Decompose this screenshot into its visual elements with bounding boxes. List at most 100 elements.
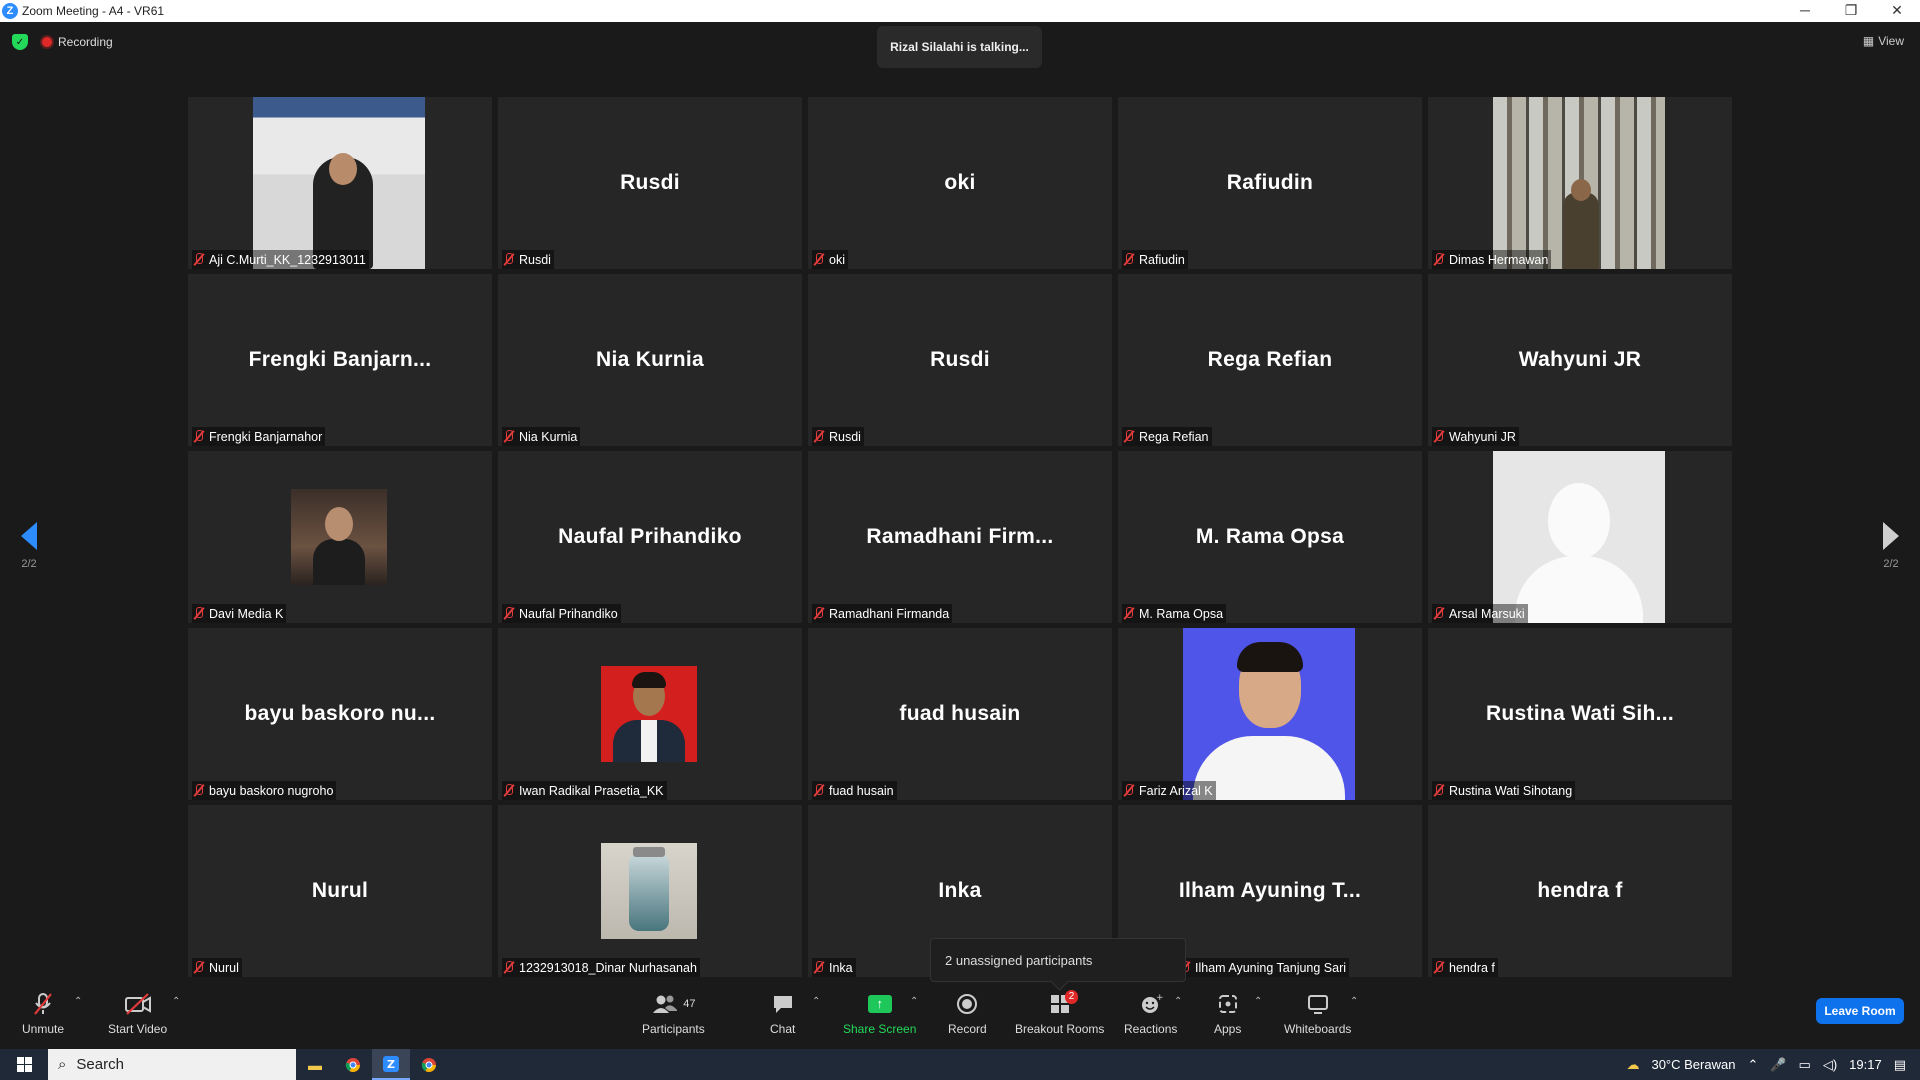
whiteboards-options-caret[interactable]: ⌃: [1350, 996, 1358, 1007]
participant-name-label: oki: [812, 250, 848, 269]
participant-name: oki: [829, 252, 845, 267]
volume-icon[interactable]: ◁): [1823, 1057, 1837, 1073]
zoom-logo-icon: Z: [2, 3, 18, 19]
participant-name-label: Rusdi: [812, 427, 864, 446]
notifications-icon[interactable]: ▤: [1894, 1057, 1906, 1073]
zoom-taskbar-icon[interactable]: Z: [372, 1049, 410, 1080]
participant-tile[interactable]: Naufal Prihandiko Naufal Prihandiko: [498, 451, 802, 623]
mic-muted-icon: [1434, 784, 1444, 797]
participant-tile[interactable]: Davi Media K: [188, 451, 492, 623]
apps-options-caret[interactable]: ⌃: [1254, 996, 1262, 1007]
participant-name: 1232913018_Dinar Nurhasanah: [519, 960, 697, 975]
video-off-icon: [124, 992, 152, 1016]
participant-display-name: bayu baskoro nu...: [244, 702, 436, 725]
participant-tile[interactable]: bayu baskoro nu... bayu baskoro nugroho: [188, 628, 492, 800]
restore-button[interactable]: ❐: [1828, 0, 1874, 22]
unmute-button[interactable]: Unmute: [22, 992, 64, 1036]
participant-tile[interactable]: Rusdi Rusdi: [808, 274, 1112, 446]
participant-display-name: hendra f: [1537, 879, 1623, 902]
breakout-rooms-button[interactable]: 2 Breakout Rooms: [1015, 990, 1104, 1036]
chat-options-caret[interactable]: ⌃: [812, 996, 820, 1007]
participant-tile[interactable]: fuad husain fuad husain: [808, 628, 1112, 800]
participant-name: Frengki Banjarnahor: [209, 429, 323, 444]
reactions-options-caret[interactable]: ⌃: [1174, 996, 1182, 1007]
audio-options-caret[interactable]: ⌃: [74, 996, 82, 1007]
video-options-caret[interactable]: ⌃: [172, 996, 180, 1007]
mic-muted-icon: [504, 784, 514, 797]
participant-name-label: Rusdi: [502, 250, 554, 269]
participant-name-label: Rustina Wati Sihotang: [1432, 781, 1576, 800]
chrome-window-icon[interactable]: [410, 1049, 448, 1080]
mic-muted-icon: [504, 253, 514, 266]
participant-display-name: Rega Refian: [1207, 348, 1333, 371]
view-button[interactable]: ▦ View: [1863, 34, 1904, 48]
chrome-icon[interactable]: [334, 1049, 372, 1080]
security-shield-icon[interactable]: ✓: [12, 34, 28, 50]
mic-muted-icon: [1434, 430, 1444, 443]
taskbar-search[interactable]: ⌕ Search: [48, 1049, 296, 1080]
record-label: Record: [948, 1022, 987, 1036]
mic-muted-icon: [814, 784, 824, 797]
start-video-button[interactable]: Start Video: [108, 992, 167, 1036]
participant-tile[interactable]: Aji C.Murti_KK_1232913011: [188, 97, 492, 269]
participant-tile[interactable]: hendra f hendra f: [1428, 805, 1732, 977]
weather-text[interactable]: 30°C Berawan: [1651, 1057, 1735, 1072]
window-title: Zoom Meeting - A4 - VR61: [22, 4, 165, 18]
microphone-icon[interactable]: 🎤: [1770, 1057, 1786, 1073]
participant-display-name: Frengki Banjarn...: [248, 348, 432, 371]
file-explorer-icon[interactable]: ▬: [296, 1049, 334, 1080]
reactions-button[interactable]: + Reactions: [1124, 992, 1177, 1036]
apps-icon: [1217, 992, 1239, 1016]
previous-page-button[interactable]: 2/2: [14, 522, 44, 570]
participant-tile[interactable]: 1232913018_Dinar Nurhasanah: [498, 805, 802, 977]
minimize-button[interactable]: ─: [1782, 0, 1828, 22]
participant-name-label: hendra f: [1432, 958, 1498, 977]
participant-display-name: Wahyuni JR: [1518, 348, 1642, 371]
record-button[interactable]: Record: [948, 992, 987, 1036]
participant-video: [253, 97, 425, 269]
close-button[interactable]: ✕: [1874, 0, 1920, 22]
chat-button[interactable]: Chat: [770, 992, 795, 1036]
whiteboards-button[interactable]: Whiteboards: [1284, 992, 1351, 1036]
arrow-right-icon: [1883, 522, 1899, 550]
participant-tile[interactable]: Frengki Banjarn... Frengki Banjarnahor: [188, 274, 492, 446]
participant-name: Naufal Prihandiko: [519, 606, 618, 621]
participant-name: Rusdi: [829, 429, 861, 444]
participants-button[interactable]: 47 Participants: [642, 992, 705, 1036]
participant-tile[interactable]: Ramadhani Firm... Ramadhani Firmanda: [808, 451, 1112, 623]
clock[interactable]: 19:17: [1849, 1057, 1882, 1072]
participant-tile[interactable]: oki oki: [808, 97, 1112, 269]
smiley-icon: +: [1139, 992, 1163, 1016]
participant-tile[interactable]: Nurul Nurul: [188, 805, 492, 977]
tooltip-text: 2 unassigned participants: [945, 952, 1093, 968]
participant-tile[interactable]: Nia Kurnia Nia Kurnia: [498, 274, 802, 446]
participant-tile[interactable]: Rustina Wati Sih... Rustina Wati Sihotan…: [1428, 628, 1732, 800]
participant-name-label: Rega Refian: [1122, 427, 1212, 446]
participant-tile[interactable]: Dimas Hermawan: [1428, 97, 1732, 269]
participant-tile[interactable]: Fariz Arizal K: [1118, 628, 1422, 800]
participant-tile[interactable]: Arsal Marsuki: [1428, 451, 1732, 623]
unassigned-participants-tooltip: 2 unassigned participants: [930, 938, 1186, 982]
share-options-caret[interactable]: ⌃: [910, 996, 918, 1007]
recording-label[interactable]: Recording: [58, 35, 113, 49]
mic-muted-icon: [194, 430, 204, 443]
leave-room-button[interactable]: Leave Room: [1816, 998, 1904, 1024]
breakout-badge: 2: [1064, 990, 1079, 1004]
windows-start-icon[interactable]: [0, 1049, 48, 1080]
participant-tile[interactable]: M. Rama Opsa M. Rama Opsa: [1118, 451, 1422, 623]
participant-tile[interactable]: Iwan Radikal Prasetia_KK: [498, 628, 802, 800]
participant-tile[interactable]: Rega Refian Rega Refian: [1118, 274, 1422, 446]
participant-display-name: Rustina Wati Sih...: [1485, 702, 1675, 725]
participant-avatar: [1183, 628, 1355, 800]
participant-tile[interactable]: Rafiudin Rafiudin: [1118, 97, 1422, 269]
tray-chevron-icon[interactable]: ⌃: [1747, 1057, 1758, 1073]
participant-tile[interactable]: Rusdi Rusdi: [498, 97, 802, 269]
mic-muted-icon: [504, 961, 514, 974]
apps-button[interactable]: Apps: [1214, 992, 1241, 1036]
participant-tile[interactable]: Wahyuni JR Wahyuni JR: [1428, 274, 1732, 446]
next-page-button[interactable]: 2/2: [1876, 522, 1906, 570]
participants-icon: 47: [651, 992, 695, 1016]
participant-name: Rafiudin: [1139, 252, 1185, 267]
network-icon[interactable]: ▭: [1799, 1057, 1811, 1073]
share-screen-button[interactable]: ↑ Share Screen: [843, 992, 916, 1036]
